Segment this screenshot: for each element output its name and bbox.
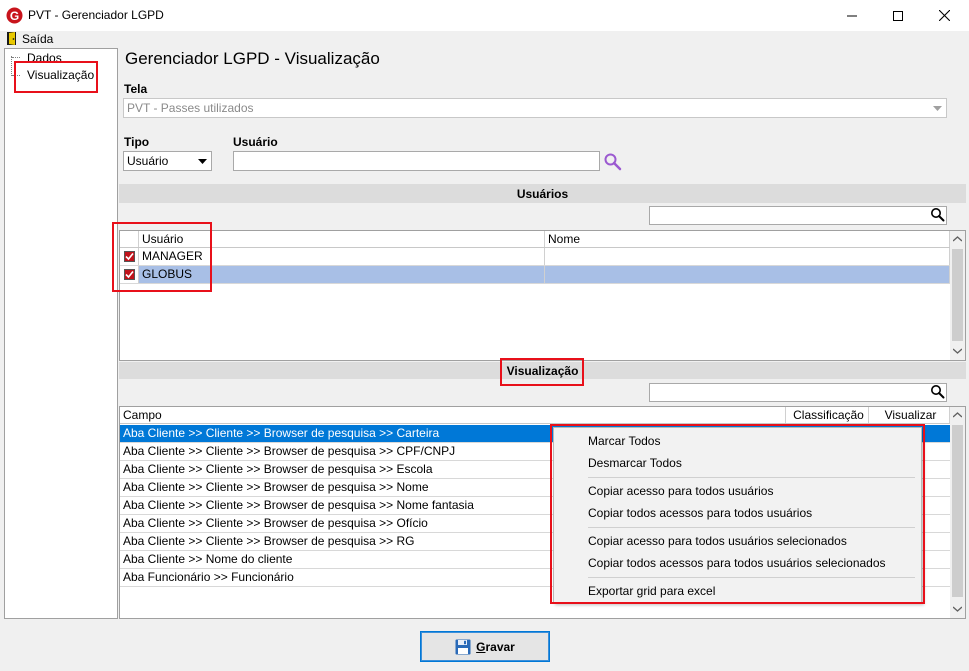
close-button[interactable] bbox=[921, 0, 967, 31]
menu-item-copiar-todos-acessos-selecionados[interactable]: Copiar todos acessos para todos usuários… bbox=[588, 556, 886, 570]
scroll-up-icon[interactable] bbox=[953, 412, 962, 418]
users-grid-header: Usuário Nome bbox=[120, 231, 950, 248]
users-filter-input[interactable] bbox=[649, 206, 947, 225]
menu-item-copiar-acesso-todos[interactable]: Copiar acesso para todos usuários bbox=[588, 484, 773, 498]
table-row[interactable]: GLOBUS bbox=[120, 266, 950, 284]
tela-select[interactable]: PVT - Passes utilizados bbox=[123, 98, 947, 118]
view-scrollbar[interactable] bbox=[950, 407, 965, 618]
menu-item-copiar-todos-acessos-todos[interactable]: Copiar todos acessos para todos usuários bbox=[588, 506, 812, 520]
column-header-campo[interactable]: Campo bbox=[120, 407, 786, 423]
menu-separator bbox=[588, 577, 915, 578]
minimize-button[interactable] bbox=[829, 0, 875, 31]
tree-connector bbox=[12, 75, 20, 76]
column-header-nome[interactable]: Nome bbox=[545, 231, 950, 247]
maximize-icon bbox=[893, 10, 903, 21]
app-logo-icon: G bbox=[6, 7, 23, 24]
menu-item-marcar-todos[interactable]: Marcar Todos bbox=[588, 434, 660, 448]
nome-cell bbox=[545, 266, 950, 283]
column-header-usuario[interactable]: Usuário bbox=[139, 231, 545, 247]
search-icon[interactable] bbox=[930, 384, 945, 399]
close-icon bbox=[938, 10, 950, 21]
column-header-classificacao[interactable]: Classificação bbox=[786, 407, 869, 423]
view-filter-input[interactable] bbox=[649, 383, 947, 402]
scroll-thumb[interactable] bbox=[952, 425, 963, 597]
table-row[interactable]: MANAGER bbox=[120, 248, 950, 266]
usuario-input[interactable] bbox=[233, 151, 600, 171]
column-header-visualizar[interactable]: Visualizar bbox=[869, 407, 950, 423]
context-menu: Marcar Todos Desmarcar Todos Copiar aces… bbox=[553, 427, 922, 603]
usuario-cell: GLOBUS bbox=[139, 266, 545, 283]
chevron-down-icon bbox=[930, 100, 945, 116]
tela-label: Tela bbox=[124, 82, 148, 96]
view-section-title: Visualização bbox=[506, 363, 579, 378]
scroll-up-icon[interactable] bbox=[953, 236, 962, 242]
row-checkbox-cell bbox=[120, 266, 139, 283]
checkbox-column-header[interactable] bbox=[120, 231, 139, 247]
row-checkbox[interactable] bbox=[124, 251, 135, 262]
menu-item-desmarcar-todos[interactable]: Desmarcar Todos bbox=[588, 456, 682, 470]
search-icon[interactable] bbox=[930, 207, 945, 222]
navigation-tree bbox=[4, 48, 118, 619]
save-button[interactable]: Gravar bbox=[420, 631, 550, 662]
row-checkbox[interactable] bbox=[124, 269, 135, 280]
users-section-header: Usuários bbox=[119, 184, 966, 203]
window-title: PVT - Gerenciador LGPD bbox=[28, 8, 164, 22]
door-exit-icon[interactable] bbox=[6, 31, 17, 46]
minimize-icon bbox=[847, 15, 857, 16]
scroll-down-icon[interactable] bbox=[953, 606, 962, 612]
maximize-button[interactable] bbox=[875, 0, 921, 31]
nome-cell bbox=[545, 248, 950, 265]
scroll-down-icon[interactable] bbox=[953, 348, 962, 354]
page-title: Gerenciador LGPD - Visualização bbox=[125, 49, 380, 68]
menu-item-exit[interactable]: Saída bbox=[22, 32, 53, 46]
users-scrollbar[interactable] bbox=[950, 231, 965, 360]
chevron-down-icon bbox=[195, 153, 210, 169]
magnifier-icon[interactable] bbox=[603, 152, 622, 171]
usuario-cell: MANAGER bbox=[139, 248, 545, 265]
usuario-label: Usuário bbox=[233, 135, 278, 149]
menu-separator bbox=[588, 527, 915, 528]
users-grid: Usuário Nome MANAGER GLOBUS bbox=[119, 230, 966, 361]
tipo-value: Usuário bbox=[127, 154, 169, 168]
users-section-title: Usuários bbox=[516, 186, 569, 201]
tipo-select[interactable]: Usuário bbox=[123, 151, 212, 171]
menu-separator bbox=[588, 477, 915, 478]
menu-bar bbox=[0, 31, 969, 47]
tree-connector bbox=[11, 56, 12, 76]
svg-text:G: G bbox=[10, 9, 19, 23]
tree-item-dados[interactable]: Dados bbox=[27, 51, 62, 65]
scroll-thumb[interactable] bbox=[952, 249, 963, 341]
view-grid-header: Campo Classificação Visualizar bbox=[120, 407, 950, 424]
floppy-disk-icon bbox=[455, 639, 471, 654]
save-label: Gravar bbox=[476, 639, 515, 654]
tela-value: PVT - Passes utilizados bbox=[127, 101, 254, 115]
tipo-label: Tipo bbox=[124, 135, 150, 149]
menu-item-copiar-acesso-selecionados[interactable]: Copiar acesso para todos usuários seleci… bbox=[588, 534, 847, 548]
view-section-header: Visualização bbox=[119, 362, 966, 379]
tree-connector bbox=[12, 57, 20, 58]
menu-item-exportar-excel[interactable]: Exportar grid para excel bbox=[588, 584, 715, 598]
tree-item-visualizacao[interactable]: Visualização bbox=[27, 68, 94, 82]
row-checkbox-cell bbox=[120, 248, 139, 265]
